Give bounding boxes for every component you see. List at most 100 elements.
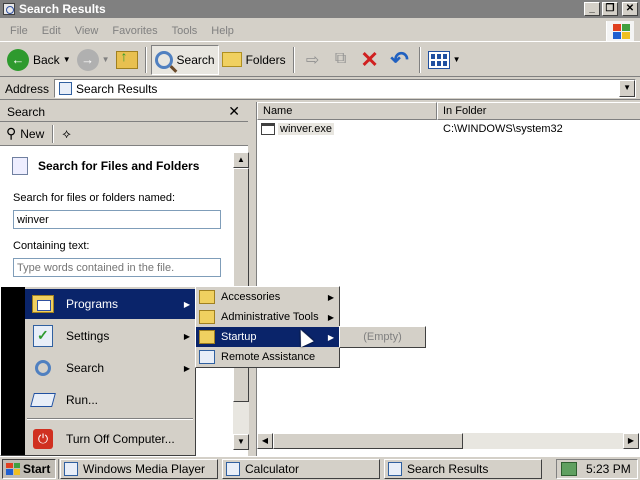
power-icon: ⏻: [31, 427, 55, 451]
address-value: Search Results: [76, 81, 158, 96]
clock[interactable]: 5:23 PM: [586, 462, 631, 476]
start-menu-banner: [1, 287, 25, 455]
document-search-icon: [12, 157, 28, 175]
address-dropdown-icon[interactable]: ▼: [619, 80, 636, 97]
program-group-icon: [199, 330, 215, 344]
start-item-turn-off[interactable]: ⏻ Turn Off Computer...: [25, 424, 195, 454]
close-pane-icon[interactable]: ✕: [228, 103, 240, 120]
copy-to-button[interactable]: ⧉: [327, 45, 355, 75]
remote-assistance-icon: [199, 350, 215, 364]
search-pane-toolbar: ⚲ New ⟡: [0, 122, 248, 146]
views-dropdown-icon[interactable]: ▼: [453, 55, 461, 64]
network-icon[interactable]: [561, 462, 577, 476]
up-button[interactable]: [113, 45, 141, 75]
program-group-icon: [199, 310, 215, 324]
start-item-programs[interactable]: Programs ▶: [25, 289, 195, 319]
horizontal-scroll-thumb[interactable]: [273, 433, 463, 449]
start-button[interactable]: Start: [2, 458, 56, 479]
search-options-icon[interactable]: ⟡: [62, 126, 71, 142]
menu-view[interactable]: View: [68, 25, 106, 37]
named-input[interactable]: [13, 210, 221, 229]
forward-dropdown-icon[interactable]: ▼: [102, 55, 110, 64]
menu-tools[interactable]: Tools: [165, 25, 205, 37]
results-pane: Name In Folder winver.exe C:\WINDOWS\sys…: [256, 102, 640, 456]
close-button[interactable]: ✕: [622, 2, 638, 16]
menu-file[interactable]: File: [3, 25, 35, 37]
taskbar-button-media-player[interactable]: Windows Media Player: [60, 459, 218, 479]
menu-favorites[interactable]: Favorites: [105, 25, 164, 37]
remote-assistance-label: Remote Assistance: [221, 351, 316, 363]
scroll-down-icon[interactable]: ▼: [233, 434, 249, 450]
back-button[interactable]: ← Back ▼: [4, 45, 74, 75]
back-label: Back: [33, 52, 60, 67]
taskbar-button-search-results[interactable]: Search Results: [384, 459, 542, 479]
maximize-button[interactable]: ❐: [602, 2, 618, 16]
standard-toolbar: ← Back ▼ → ▼ Search Folders ⇨ ⧉ ✕ ↶ ▼: [0, 43, 640, 77]
search-icon: [154, 50, 173, 69]
submenu-item-remote-assistance[interactable]: Remote Assistance: [196, 347, 339, 367]
program-group-icon: [199, 290, 215, 304]
column-in-folder[interactable]: In Folder: [437, 102, 640, 120]
start-item-run[interactable]: Run...: [25, 385, 195, 415]
start-menu: Programs ▶ Settings ▶ Search ▶ Run... ⏻ …: [0, 286, 196, 456]
settings-icon: [31, 324, 55, 348]
windows-logo-icon: [606, 21, 634, 41]
forward-arrow-icon: →: [76, 48, 99, 71]
address-field[interactable]: Search Results ▼: [54, 79, 637, 98]
file-folder: C:\WINDOWS\system32: [443, 123, 563, 135]
start-menu-items: Programs ▶ Settings ▶ Search ▶ Run... ⏻ …: [25, 287, 195, 455]
windows-flag-icon: [6, 462, 20, 475]
search-pane-header: Search ✕: [0, 102, 248, 122]
back-dropdown-icon[interactable]: ▼: [63, 55, 71, 64]
results-scrollbar[interactable]: ◀ ▶: [257, 433, 639, 449]
minimize-button[interactable]: _: [584, 2, 600, 16]
named-label: Search for files or folders named:: [13, 192, 176, 204]
submenu-arrow-icon: ▶: [183, 299, 190, 309]
submenu-arrow-icon: ▶: [327, 312, 334, 322]
programs-submenu: Accessories ▶ Administrative Tools ▶ Sta…: [195, 286, 340, 368]
toolbar-separator: [144, 46, 147, 73]
folder-up-icon: [115, 48, 138, 69]
start-item-search[interactable]: Search ▶: [25, 353, 195, 383]
search-label: Search: [176, 52, 215, 67]
column-name[interactable]: Name: [257, 102, 437, 120]
containing-input[interactable]: [13, 258, 221, 277]
undo-button[interactable]: ↶: [385, 45, 415, 75]
media-player-label: Windows Media Player: [83, 462, 206, 476]
scroll-left-icon[interactable]: ◀: [257, 433, 273, 449]
start-item-settings[interactable]: Settings ▶: [25, 321, 195, 351]
search-results-icon: [59, 82, 73, 95]
views-button[interactable]: ▼: [425, 45, 464, 75]
search-window-icon: [3, 3, 15, 15]
folders-button[interactable]: Folders: [219, 45, 289, 75]
submenu-arrow-icon: ▶: [183, 331, 190, 341]
title-bar[interactable]: Search Results _ ❐ ✕: [0, 0, 640, 18]
move-to-button[interactable]: ⇨: [299, 45, 327, 75]
new-search-icon: ⚲: [6, 125, 17, 141]
toolbar-separator: [418, 46, 421, 73]
pane-toolbar-separator: [52, 124, 55, 143]
search-results-icon: [388, 462, 402, 476]
submenu-arrow-icon: ▶: [327, 292, 334, 302]
containing-label: Containing text:: [13, 240, 90, 252]
menu-help[interactable]: Help: [204, 25, 241, 37]
new-label: New: [20, 126, 45, 141]
delete-button[interactable]: ✕: [355, 45, 385, 75]
scroll-right-icon[interactable]: ▶: [623, 433, 639, 449]
search-button[interactable]: Search: [150, 44, 219, 75]
submenu-item-startup[interactable]: Startup ▶: [196, 327, 339, 347]
folders-label: Folders: [245, 52, 286, 67]
copy-to-icon: ⧉: [334, 49, 347, 67]
folders-icon: [221, 52, 242, 67]
startup-label: Startup: [221, 331, 257, 343]
address-bar: Address Search Results ▼: [0, 78, 640, 100]
menu-edit[interactable]: Edit: [35, 25, 68, 37]
new-search-button[interactable]: ⚲ New: [6, 125, 44, 142]
submenu-item-accessories[interactable]: Accessories ▶: [196, 287, 339, 307]
scroll-up-icon[interactable]: ▲: [233, 152, 249, 168]
table-row[interactable]: winver.exe C:\WINDOWS\system32: [261, 121, 637, 137]
forward-button[interactable]: → ▼: [74, 45, 113, 75]
submenu-item-administrative-tools[interactable]: Administrative Tools ▶: [196, 307, 339, 327]
menu-bar: File Edit View Favorites Tools Help: [0, 20, 640, 42]
taskbar-button-calculator[interactable]: Calculator: [222, 459, 380, 479]
